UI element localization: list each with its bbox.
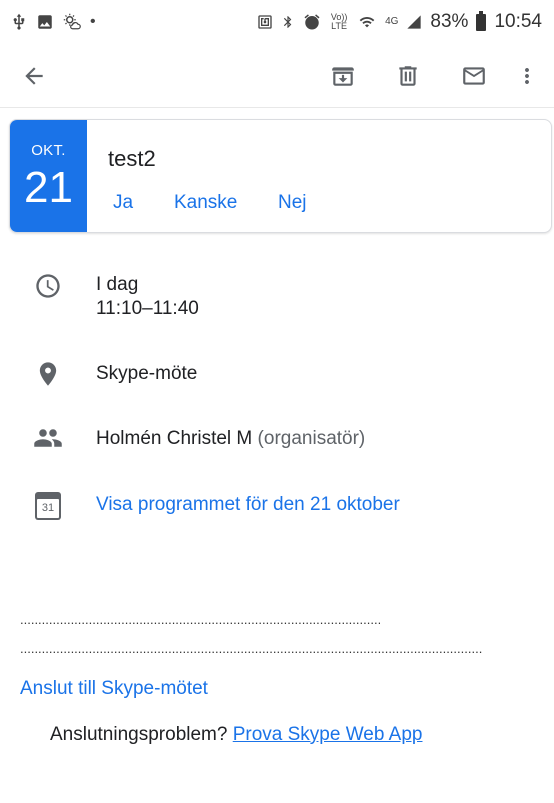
calendar-icon: 31	[35, 492, 61, 520]
event-title: test2	[108, 146, 156, 171]
top-app-bar	[0, 44, 554, 108]
event-date-block: OKT. 21	[10, 120, 87, 232]
event-day: 21	[24, 163, 73, 212]
4g-icon: 4G	[385, 16, 399, 27]
clock-icon	[36, 274, 60, 298]
image-icon	[38, 15, 52, 29]
alarm-icon	[304, 14, 320, 30]
join-skype-meeting-link[interactable]: Anslut till Skype-mötet	[20, 678, 208, 700]
event-month: OKT.	[31, 142, 66, 159]
event-card: OKT. 21 test2 Ja Kanske Nej	[9, 119, 552, 233]
people-row-icon-wrap	[30, 420, 66, 456]
clock: 10:54	[494, 11, 542, 32]
event-location: Skype-möte	[96, 363, 198, 384]
battery-percent: 83%	[430, 11, 469, 32]
organizer-name: Holmén Christel M	[96, 428, 253, 449]
bluetooth-icon	[283, 16, 292, 28]
status-bar: • Vo)) LTE 4G 83% 10:54	[0, 0, 554, 44]
event-time-range: 11:10–11:40	[96, 298, 199, 319]
back-arrow-icon	[25, 67, 43, 85]
mark-unread-button[interactable]	[454, 56, 494, 96]
dotted-separator-2: ........................................…	[20, 641, 482, 656]
delete-button[interactable]	[388, 56, 428, 96]
archive-button[interactable]	[323, 56, 363, 96]
more-vert-icon	[525, 68, 529, 84]
battery-icon	[476, 10, 487, 31]
rsvp-no-button[interactable]: Nej	[278, 192, 307, 214]
mail-icon	[463, 67, 485, 85]
back-button[interactable]	[14, 56, 54, 96]
calendar-icon-day: 31	[41, 502, 55, 514]
volte-icon: Vo)) LTE	[330, 12, 348, 31]
location-row-icon-wrap	[30, 356, 66, 392]
status-bar-right: Vo)) LTE 4G 83% 10:54	[257, 10, 542, 33]
status-bar-left: •	[10, 13, 96, 31]
rsvp-maybe-button[interactable]: Kanske	[174, 192, 237, 214]
weather-icon	[63, 13, 81, 30]
location-pin-icon	[39, 362, 57, 386]
connection-problem-line: Anslutningsproblem? Prova Skype Web App	[50, 724, 422, 746]
view-agenda-link[interactable]: Visa programmet för den 21 oktober	[96, 493, 400, 517]
time-row-icon-wrap	[30, 268, 66, 304]
event-time: I dag 11:10–11:40	[96, 273, 199, 321]
archive-icon	[332, 67, 354, 86]
nfc-icon	[258, 15, 272, 29]
calendar-row-icon-wrap: 31	[30, 488, 66, 524]
trash-icon	[399, 66, 417, 86]
rsvp-yes-button[interactable]: Ja	[113, 192, 133, 214]
event-organizer: Holmén Christel M (organisatör)	[96, 427, 365, 451]
connection-problem-text: Anslutningsproblem?	[50, 724, 233, 745]
dot-icon: •	[90, 13, 96, 30]
wifi-icon	[359, 16, 375, 28]
more-options-button[interactable]	[512, 56, 542, 96]
skype-web-app-link[interactable]: Prova Skype Web App	[233, 724, 423, 745]
usb-icon	[13, 13, 25, 30]
people-icon	[34, 429, 62, 447]
event-date-label: I dag	[96, 274, 139, 295]
organizer-role: (organisatör)	[257, 428, 366, 449]
dotted-separator-1: ........................................…	[20, 612, 380, 627]
signal-icon	[407, 15, 422, 29]
